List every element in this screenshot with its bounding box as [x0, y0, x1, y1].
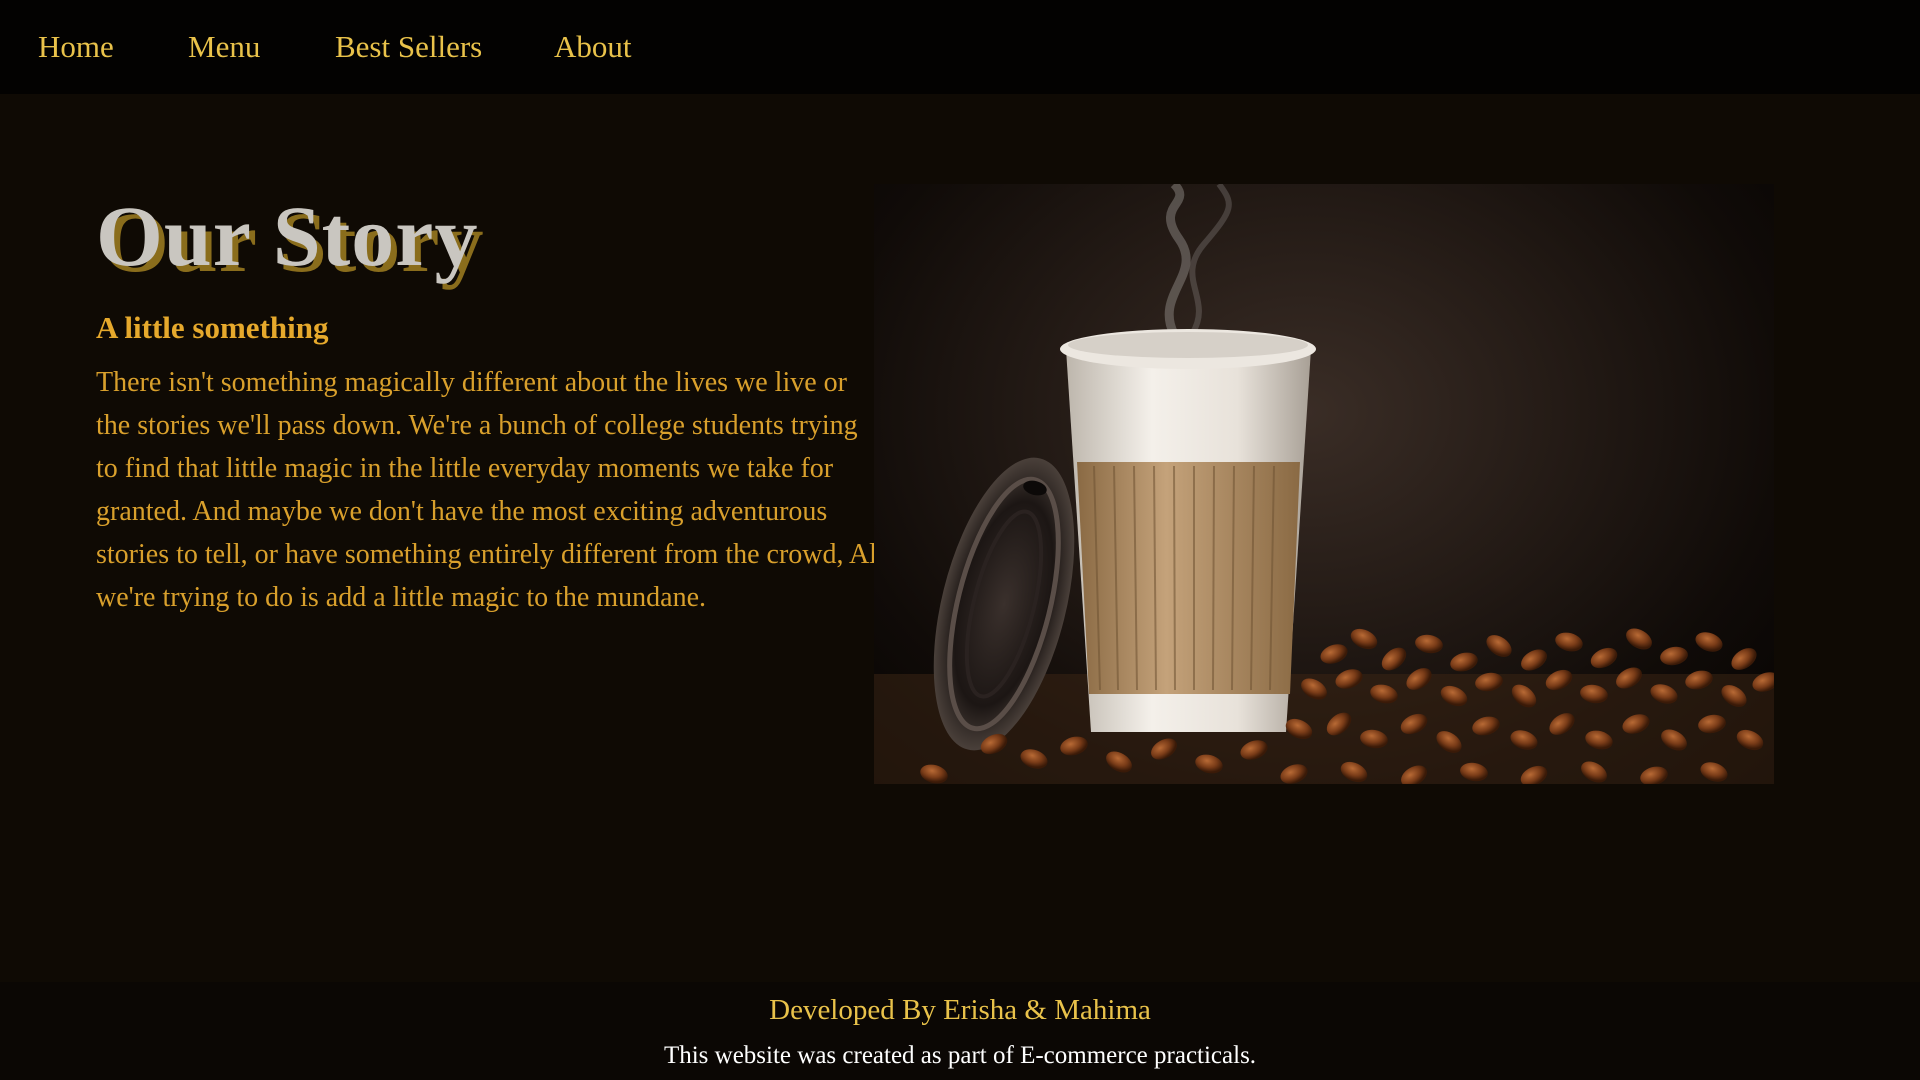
coffee-cup-illustration — [874, 184, 1774, 784]
nav-link-home[interactable]: Home — [38, 28, 114, 66]
nav-link-menu[interactable]: Menu — [188, 28, 260, 66]
story-subtitle: A little something — [96, 310, 329, 345]
footer-credit: Developed By Erisha & Mahima — [769, 994, 1151, 1026]
nav-link-best-sellers[interactable]: Best Sellers — [335, 28, 482, 66]
nav-link-about[interactable]: About — [554, 28, 632, 66]
footer-note: This website was created as part of E-co… — [663, 1042, 1257, 1069]
story-title: Our Story — [96, 188, 479, 284]
coffee-cup-image — [874, 184, 1774, 784]
story-body-text: There isn't something magically differen… — [96, 367, 885, 613]
page-footer: Developed By Erisha & Mahima This websit… — [0, 982, 1920, 1080]
top-navbar: Home Menu Best Sellers About — [0, 0, 1920, 94]
